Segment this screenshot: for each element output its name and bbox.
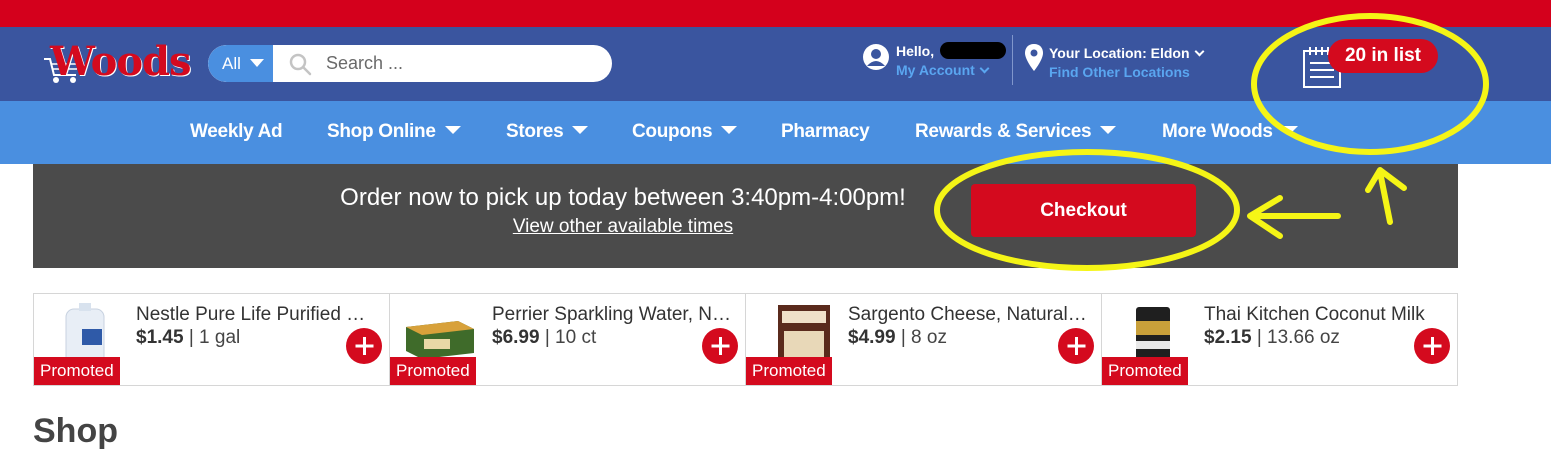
product-size: | 8 oz — [900, 327, 947, 348]
caret-down-icon — [721, 126, 738, 134]
promoted-badge: Promoted — [34, 357, 120, 385]
add-to-list-button[interactable] — [702, 328, 738, 364]
product-price: $4.99 — [848, 327, 896, 348]
my-account-label: My Account — [896, 62, 975, 78]
logo-text: Woods — [50, 38, 192, 85]
promoted-badge: Promoted — [390, 357, 476, 385]
main-nav: Weekly Ad Shop Online Stores Coupons Pha… — [0, 101, 1551, 164]
water-jug-image — [65, 303, 105, 365]
product-card[interactable]: Perrier Sparkling Water, Natural $6.99 |… — [390, 294, 746, 385]
nav-rewards-services[interactable]: Rewards & Services — [915, 121, 1117, 143]
chevron-down-icon — [979, 63, 990, 74]
product-name[interactable]: Perrier Sparkling Water, Natural — [492, 304, 734, 326]
nav-stores-label: Stores — [506, 121, 564, 142]
promoted-badge: Promoted — [1102, 357, 1188, 385]
nav-pharmacy[interactable]: Pharmacy — [781, 121, 870, 143]
nav-weekly-ad[interactable]: Weekly Ad — [190, 121, 283, 143]
nav-shop-online[interactable]: Shop Online — [327, 121, 461, 143]
pickup-banner: Order now to pick up today between 3:40p… — [33, 164, 1458, 268]
nav-stores[interactable]: Stores — [506, 121, 589, 143]
caret-down-icon — [1100, 126, 1117, 134]
product-size: | 13.66 oz — [1256, 327, 1340, 348]
nav-coupons-label: Coupons — [632, 121, 713, 142]
product-price-row: $2.15 | 13.66 oz — [1204, 327, 1340, 349]
site-header: Woods All Hello, My Account Your Locatio… — [0, 27, 1551, 101]
cheese-package-image — [778, 305, 830, 365]
search-bar: All — [208, 45, 612, 82]
account-greeting: Hello, — [896, 43, 935, 59]
product-price-row: $1.45 | 1 gal — [136, 327, 240, 349]
header-divider — [1012, 35, 1013, 85]
product-card[interactable]: Nestle Pure Life Purified Water $1.45 | … — [34, 294, 390, 385]
top-red-bar — [0, 0, 1551, 27]
caret-down-icon — [444, 126, 461, 134]
location-label-wrap: Your Location: Eldon — [1049, 45, 1204, 61]
product-name[interactable]: Thai Kitchen Coconut Milk — [1204, 304, 1446, 326]
add-to-list-button[interactable] — [346, 328, 382, 364]
map-pin-icon — [1025, 44, 1043, 71]
view-other-times-link[interactable]: View other available times — [513, 216, 733, 237]
caret-down-icon — [1281, 126, 1298, 134]
location-label: Your Location: Eldon — [1049, 45, 1190, 61]
find-locations-link[interactable]: Find Other Locations — [1049, 64, 1190, 80]
nav-shop-online-label: Shop Online — [327, 121, 436, 142]
checkout-button[interactable]: Checkout — [971, 184, 1196, 237]
woods-logo[interactable]: Woods — [42, 39, 192, 89]
redacted-name — [940, 42, 1006, 59]
coconut-milk-can-image — [1136, 307, 1170, 363]
product-price: $1.45 — [136, 327, 184, 348]
product-price-row: $4.99 | 8 oz — [848, 327, 947, 349]
product-card[interactable]: Thai Kitchen Coconut Milk $2.15 | 13.66 … — [1102, 294, 1458, 385]
search-icon — [289, 53, 312, 76]
user-icon — [863, 44, 889, 70]
promoted-products-strip: Nestle Pure Life Purified Water $1.45 | … — [33, 293, 1458, 386]
nav-coupons[interactable]: Coupons — [632, 121, 738, 143]
add-to-list-button[interactable] — [1058, 328, 1094, 364]
search-input[interactable] — [326, 49, 596, 78]
shop-heading: Shop — [33, 412, 118, 450]
product-name[interactable]: Nestle Pure Life Purified Water — [136, 304, 378, 326]
my-account-link[interactable]: My Account — [896, 62, 990, 78]
product-price: $2.15 — [1204, 327, 1252, 348]
search-category-label: All — [222, 54, 241, 73]
chevron-down-icon — [1194, 46, 1204, 57]
shopping-list-button[interactable]: 20 in list — [1298, 37, 1448, 93]
sparkling-water-pack-image — [406, 321, 474, 359]
product-card[interactable]: Sargento Cheese, Natural Provolone $4.99… — [746, 294, 1102, 385]
account-menu[interactable]: Hello, My Account — [862, 41, 1010, 85]
product-size: | 1 gal — [188, 327, 241, 348]
product-name[interactable]: Sargento Cheese, Natural Provolone — [848, 304, 1090, 326]
product-price: $6.99 — [492, 327, 540, 348]
nav-rewards-label: Rewards & Services — [915, 121, 1092, 142]
location-selector[interactable]: Your Location: Eldon Find Other Location… — [1024, 43, 1244, 87]
search-category-dropdown[interactable]: All — [208, 45, 273, 82]
product-price-row: $6.99 | 10 ct — [492, 327, 596, 349]
caret-down-icon — [572, 126, 589, 134]
promoted-badge: Promoted — [746, 357, 832, 385]
list-count-badge: 20 in list — [1328, 39, 1438, 73]
product-size: | 10 ct — [544, 327, 597, 348]
caret-down-icon — [250, 59, 264, 67]
add-to-list-button[interactable] — [1414, 328, 1450, 364]
nav-more-woods-label: More Woods — [1162, 121, 1273, 142]
nav-more-woods[interactable]: More Woods — [1162, 121, 1298, 143]
